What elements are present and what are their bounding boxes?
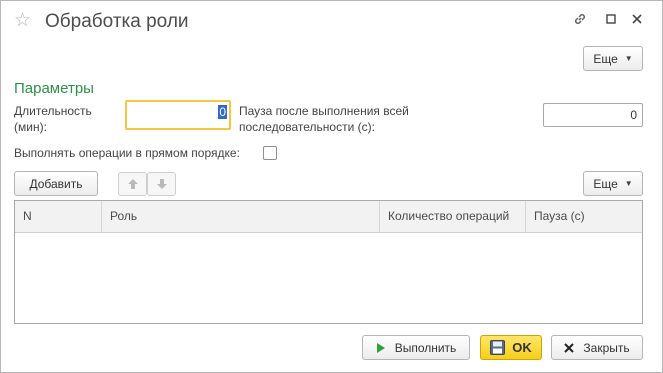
ok-button-label: OK [512, 340, 532, 355]
star-icon[interactable]: ☆ [14, 11, 34, 31]
close-x-icon [564, 342, 575, 353]
ok-button[interactable]: OK [480, 335, 542, 360]
close-icon[interactable] [628, 10, 646, 28]
close-button[interactable]: Закрыть [551, 335, 643, 360]
dropdown-caret-icon: ▼ [624, 54, 633, 63]
maximize-icon[interactable] [602, 10, 620, 28]
column-header-role[interactable]: Роль [102, 201, 380, 232]
table-header: N Роль Количество операций Пауза (с) [15, 201, 642, 233]
more-button-list[interactable]: Еще ▼ [583, 171, 643, 196]
more-button-label: Еще [593, 176, 618, 191]
move-down-button[interactable] [147, 172, 176, 196]
run-button-label: Выполнить [394, 340, 457, 355]
dialog-window: ☆ Обработка роли Еще ▼ Параметры Длитель… [0, 0, 663, 373]
order-checkbox[interactable] [263, 146, 277, 160]
arrow-down-icon [156, 179, 167, 189]
save-icon [490, 340, 506, 355]
column-header-operations[interactable]: Количество операций [380, 201, 526, 232]
more-button-label: Еще [593, 51, 618, 66]
arrow-up-icon [127, 179, 138, 189]
close-button-label: Закрыть [583, 340, 630, 355]
column-header-n[interactable]: N [15, 201, 102, 232]
move-up-button[interactable] [118, 172, 147, 196]
run-button[interactable]: Выполнить [362, 335, 470, 360]
column-header-pause[interactable]: Пауза (с) [526, 201, 642, 232]
pause-value: 0 [630, 108, 637, 122]
roles-table[interactable]: N Роль Количество операций Пауза (с) [14, 200, 643, 324]
window-title: Обработка роли [45, 11, 189, 32]
order-label: Выполнять операции в прямом порядке: [14, 146, 240, 160]
duration-value: 0 [218, 105, 227, 119]
add-button-label: Добавить [29, 176, 83, 191]
duration-label: Длительность (мин): [14, 104, 92, 134]
duration-input[interactable]: 0 [125, 100, 231, 130]
play-icon [376, 342, 385, 353]
pause-input[interactable]: 0 [543, 103, 643, 127]
section-title: Параметры [14, 80, 94, 97]
dropdown-caret-icon: ▼ [624, 179, 633, 188]
add-button[interactable]: Добавить [14, 171, 98, 196]
pause-label: Пауза после выполнения всей последовател… [239, 104, 409, 134]
more-button-top[interactable]: Еще ▼ [583, 46, 643, 71]
link-icon[interactable] [571, 10, 589, 28]
